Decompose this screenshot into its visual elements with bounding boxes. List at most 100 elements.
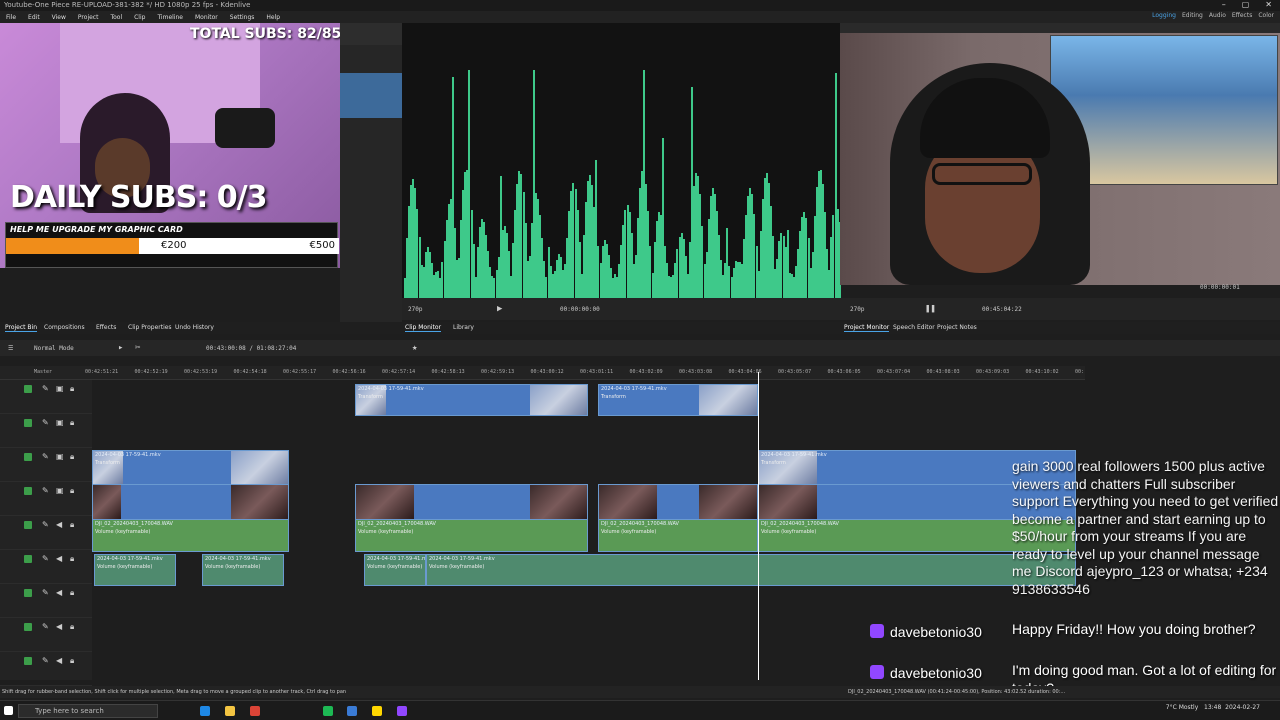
tab-speech-editor[interactable]: Speech Editor bbox=[893, 324, 935, 331]
video-clip[interactable]: 2024-04-03 17-59-41.mkv Transform bbox=[92, 450, 289, 486]
lock-icon[interactable]: 🔒︎ bbox=[70, 520, 74, 530]
tab-undo-history[interactable]: Undo History bbox=[175, 324, 214, 331]
razor-tool-icon[interactable]: ✂ bbox=[135, 343, 140, 353]
track-header[interactable]: ✎ ▣ 🔒︎ bbox=[0, 448, 92, 482]
track-header[interactable]: ✎ ▣ 🔒︎ bbox=[0, 414, 92, 448]
track-header[interactable]: ✎ ▣ 🔒︎ bbox=[0, 482, 92, 516]
obs-icon[interactable] bbox=[397, 706, 407, 716]
workspace-effects[interactable]: Effects bbox=[1232, 12, 1252, 19]
speaker-icon[interactable]: ◀ bbox=[56, 656, 62, 665]
clip-monitor[interactable] bbox=[402, 23, 841, 298]
select-tool-icon[interactable]: ▸ bbox=[118, 343, 123, 353]
track-active-badge[interactable] bbox=[24, 487, 32, 495]
tab-project-monitor[interactable]: Project Monitor bbox=[844, 324, 890, 332]
video-clip[interactable] bbox=[598, 484, 758, 520]
track-header[interactable]: ✎ ◀ 🔒︎ bbox=[0, 652, 92, 686]
edit-icon[interactable]: ✎ bbox=[42, 520, 49, 529]
menu-file[interactable]: File bbox=[0, 14, 22, 21]
track-active-badge[interactable] bbox=[24, 589, 32, 597]
audio-clip[interactable]: DJI_02_20240403_170048.WAV Volume (keyfr… bbox=[92, 519, 289, 552]
lock-icon[interactable]: 🔒︎ bbox=[70, 452, 74, 462]
taskbar-search[interactable]: Type here to search bbox=[18, 704, 158, 718]
tab-compositions[interactable]: Compositions bbox=[44, 324, 85, 331]
playhead[interactable] bbox=[758, 372, 759, 680]
star-icon[interactable]: ★ bbox=[412, 343, 417, 353]
selected-bin-folder[interactable] bbox=[340, 73, 402, 118]
pause-button[interactable]: ❚❚ bbox=[925, 304, 936, 314]
speaker-icon[interactable]: ◀ bbox=[56, 622, 62, 631]
workspace-editing[interactable]: Editing bbox=[1182, 12, 1203, 19]
video-clip[interactable]: 2024-04-03 17-59-41.mkv Transform bbox=[355, 384, 588, 416]
lock-icon[interactable]: 🔒︎ bbox=[70, 418, 74, 428]
video-clip[interactable]: 2024-04-03 17-59-41.mkv Transform bbox=[598, 384, 758, 416]
tab-library[interactable]: Library bbox=[453, 324, 474, 331]
lock-icon[interactable]: 🔒︎ bbox=[70, 384, 74, 394]
audio-clip[interactable]: DJI_02_20240403_170048.WAV Volume (keyfr… bbox=[598, 519, 758, 552]
tab-project-notes[interactable]: Project Notes bbox=[937, 324, 977, 331]
edge-icon[interactable] bbox=[200, 706, 210, 716]
edit-icon[interactable]: ✎ bbox=[42, 622, 49, 631]
speaker-icon[interactable]: ◀ bbox=[56, 520, 62, 529]
save-icon[interactable]: ▣ bbox=[56, 452, 64, 461]
speaker-icon[interactable]: ◀ bbox=[56, 588, 62, 597]
menu-tool[interactable]: Tool bbox=[104, 14, 128, 21]
menu-monitor[interactable]: Monitor bbox=[189, 14, 224, 21]
explorer-icon[interactable] bbox=[225, 706, 235, 716]
edit-mode-select[interactable]: Normal Mode bbox=[34, 345, 74, 352]
audio-clip[interactable]: 2024-04-03 17-59-41.mkv Volume (keyframa… bbox=[94, 554, 176, 586]
track-active-badge[interactable] bbox=[24, 555, 32, 563]
edit-icon[interactable]: ✎ bbox=[42, 418, 49, 427]
track-header[interactable]: ✎ ◀ 🔒︎ bbox=[0, 584, 92, 618]
video-clip[interactable] bbox=[355, 484, 588, 520]
track-header[interactable]: ✎ ◀ 🔒︎ bbox=[0, 618, 92, 652]
lock-icon[interactable]: 🔒︎ bbox=[70, 588, 74, 598]
track-header[interactable]: ✎ ◀ 🔒︎ bbox=[0, 516, 92, 550]
workspace-logging[interactable]: Logging bbox=[1152, 12, 1176, 19]
audio-clip[interactable]: DJI_02_20240403_170048.WAV Volume (keyfr… bbox=[355, 519, 588, 552]
clip-timecode[interactable]: 00:00:00:00 bbox=[560, 306, 600, 313]
lock-icon[interactable]: 🔒︎ bbox=[70, 486, 74, 496]
chrome-icon[interactable] bbox=[250, 706, 260, 716]
save-icon[interactable]: ▣ bbox=[56, 384, 64, 393]
play-button[interactable]: ▶ bbox=[497, 304, 502, 314]
tab-project-bin[interactable]: Project Bin bbox=[5, 324, 38, 332]
menu-clip[interactable]: Clip bbox=[128, 14, 151, 21]
audio-clip[interactable]: 2024-04-03 17-59-41.mkv Volume (keyframa… bbox=[364, 554, 426, 586]
spotify-icon[interactable] bbox=[323, 706, 333, 716]
track-active-badge[interactable] bbox=[24, 453, 32, 461]
edit-icon[interactable]: ✎ bbox=[42, 588, 49, 597]
track-active-badge[interactable] bbox=[24, 385, 32, 393]
lock-icon[interactable]: 🔒︎ bbox=[70, 554, 74, 564]
audio-clip[interactable]: 2024-04-03 17-59-41.mkv Volume (keyframa… bbox=[426, 554, 1076, 586]
menu-edit[interactable]: Edit bbox=[22, 14, 46, 21]
audio-clip[interactable]: 2024-04-03 17-59-41.mkv Volume (keyframa… bbox=[202, 554, 284, 586]
menu-timeline[interactable]: Timeline bbox=[151, 14, 189, 21]
edit-icon[interactable]: ✎ bbox=[42, 486, 49, 495]
menu-view[interactable]: View bbox=[46, 14, 72, 21]
tab-clip-monitor[interactable]: Clip Monitor bbox=[405, 324, 442, 332]
kdenlive-icon[interactable] bbox=[347, 706, 357, 716]
track-active-badge[interactable] bbox=[24, 521, 32, 529]
menu-settings[interactable]: Settings bbox=[224, 14, 261, 21]
folder-icon[interactable] bbox=[372, 706, 382, 716]
speaker-icon[interactable]: ◀ bbox=[56, 554, 62, 563]
edit-icon[interactable]: ✎ bbox=[42, 554, 49, 563]
project-timecode[interactable]: 00:45:04:22 bbox=[982, 306, 1022, 313]
clip-zoom[interactable]: 270p bbox=[408, 306, 422, 313]
menu-project[interactable]: Project bbox=[72, 14, 105, 21]
track-header[interactable]: ✎ ▣ 🔒︎ bbox=[0, 380, 92, 414]
windows-start-icon[interactable] bbox=[4, 706, 13, 715]
video-clip[interactable] bbox=[92, 484, 289, 520]
tab-clip-properties[interactable]: Clip Properties bbox=[128, 324, 172, 331]
maximize-icon[interactable]: ▢ bbox=[1242, 0, 1250, 9]
save-icon[interactable]: ▣ bbox=[56, 486, 64, 495]
track-active-badge[interactable] bbox=[24, 419, 32, 427]
timeline-timecode[interactable]: 00:43:00:08 / 01:08:27:04 bbox=[206, 345, 296, 352]
minimize-icon[interactable]: – bbox=[1222, 0, 1226, 9]
edit-icon[interactable]: ✎ bbox=[42, 384, 49, 393]
menu-icon[interactable]: ☰ bbox=[8, 345, 13, 352]
track-active-badge[interactable] bbox=[24, 623, 32, 631]
save-icon[interactable]: ▣ bbox=[56, 418, 64, 427]
lock-icon[interactable]: 🔒︎ bbox=[70, 622, 74, 632]
lock-icon[interactable]: 🔒︎ bbox=[70, 656, 74, 666]
